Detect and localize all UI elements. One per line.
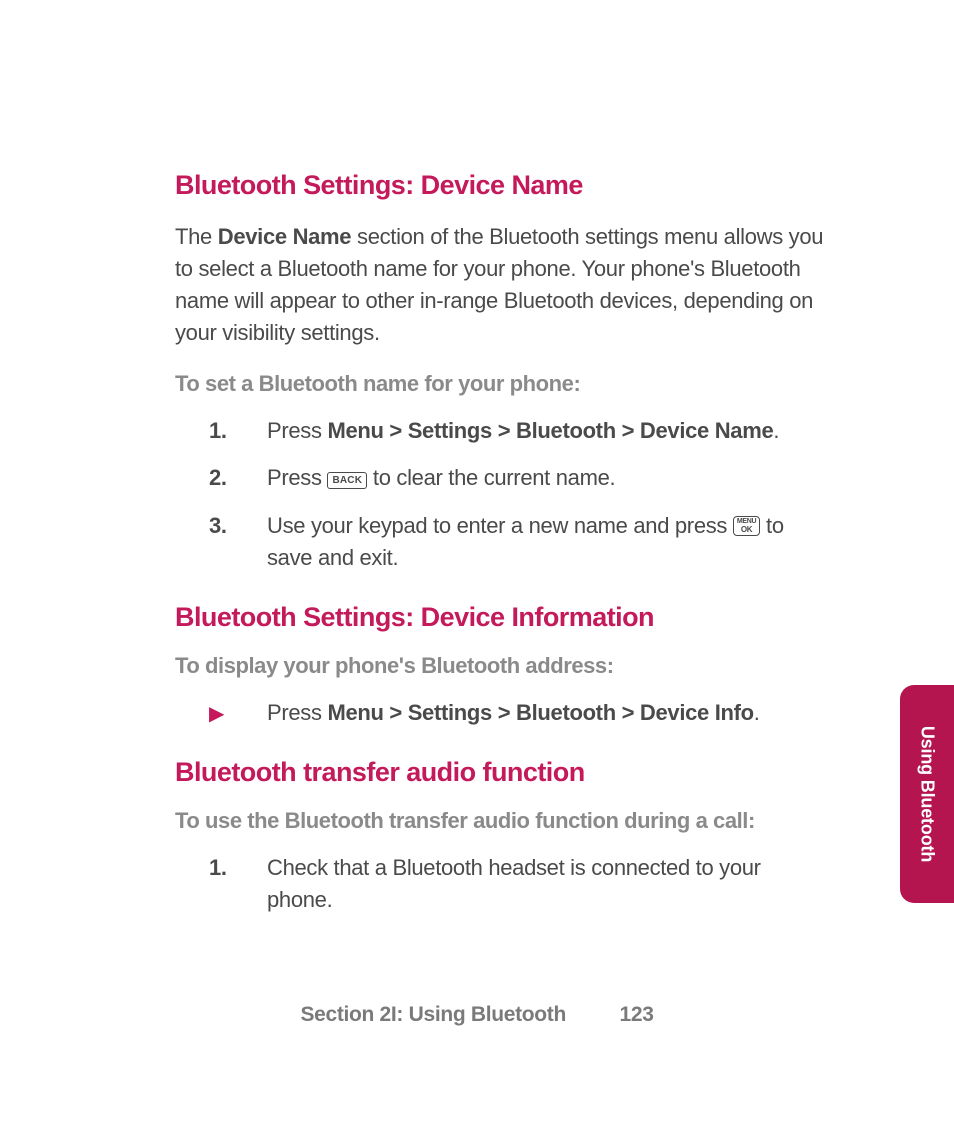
heading-transfer-audio: Bluetooth transfer audio function bbox=[175, 757, 824, 788]
text: . bbox=[754, 700, 760, 725]
step-number: 2. bbox=[209, 462, 227, 494]
side-tab: Using Bluetooth bbox=[900, 685, 954, 903]
text: Use your keypad to enter a new name and … bbox=[267, 513, 733, 538]
menu-path: Menu > Settings > Bluetooth > Device Nam… bbox=[327, 418, 773, 443]
text: Check that a Bluetooth headset is connec… bbox=[267, 855, 761, 912]
intro-paragraph: The Device Name section of the Bluetooth… bbox=[175, 221, 824, 349]
steps-set-name: 1. Press Menu > Settings > Bluetooth > D… bbox=[175, 415, 824, 575]
text: Press bbox=[267, 700, 327, 725]
text: to clear the current name. bbox=[367, 465, 615, 490]
step-number: 1. bbox=[209, 852, 227, 884]
heading-device-info: Bluetooth Settings: Device Information bbox=[175, 602, 824, 633]
subhead-set-name: To set a Bluetooth name for your phone: bbox=[175, 371, 824, 397]
page-content: Bluetooth Settings: Device Name The Devi… bbox=[0, 0, 954, 916]
subhead-display-address: To display your phone's Bluetooth addres… bbox=[175, 653, 824, 679]
text: Press bbox=[267, 418, 327, 443]
text-bold: Device Name bbox=[218, 224, 351, 249]
subhead-transfer-audio: To use the Bluetooth transfer audio func… bbox=[175, 808, 824, 834]
bullet-device-info: ▶ Press Menu > Settings > Bluetooth > De… bbox=[175, 697, 824, 729]
heading-device-name: Bluetooth Settings: Device Name bbox=[175, 170, 824, 201]
text: The bbox=[175, 224, 218, 249]
text: . bbox=[773, 418, 779, 443]
side-tab-label: Using Bluetooth bbox=[917, 726, 938, 862]
bullet-item: ▶ Press Menu > Settings > Bluetooth > De… bbox=[175, 697, 824, 729]
menu-path: Menu > Settings > Bluetooth > Device Inf… bbox=[327, 700, 753, 725]
step-number: 3. bbox=[209, 510, 227, 542]
step-item: 1. Press Menu > Settings > Bluetooth > D… bbox=[175, 415, 824, 447]
page-footer: Section 2I: Using Bluetooth 123 bbox=[0, 1003, 954, 1027]
menu-ok-key-icon: MENUOK bbox=[733, 516, 760, 536]
text: OK bbox=[737, 526, 756, 534]
triangle-bullet-icon: ▶ bbox=[209, 700, 224, 729]
page-number: 123 bbox=[619, 1003, 653, 1027]
text: Press bbox=[267, 465, 327, 490]
steps-transfer-audio: 1. Check that a Bluetooth headset is con… bbox=[175, 852, 824, 916]
step-item: 2. Press BACK to clear the current name. bbox=[175, 462, 824, 494]
step-number: 1. bbox=[209, 415, 227, 447]
footer-section: Section 2I: Using Bluetooth bbox=[300, 1003, 566, 1026]
step-item: 3. Use your keypad to enter a new name a… bbox=[175, 510, 824, 574]
back-key-icon: BACK bbox=[327, 472, 367, 489]
step-item: 1. Check that a Bluetooth headset is con… bbox=[175, 852, 824, 916]
